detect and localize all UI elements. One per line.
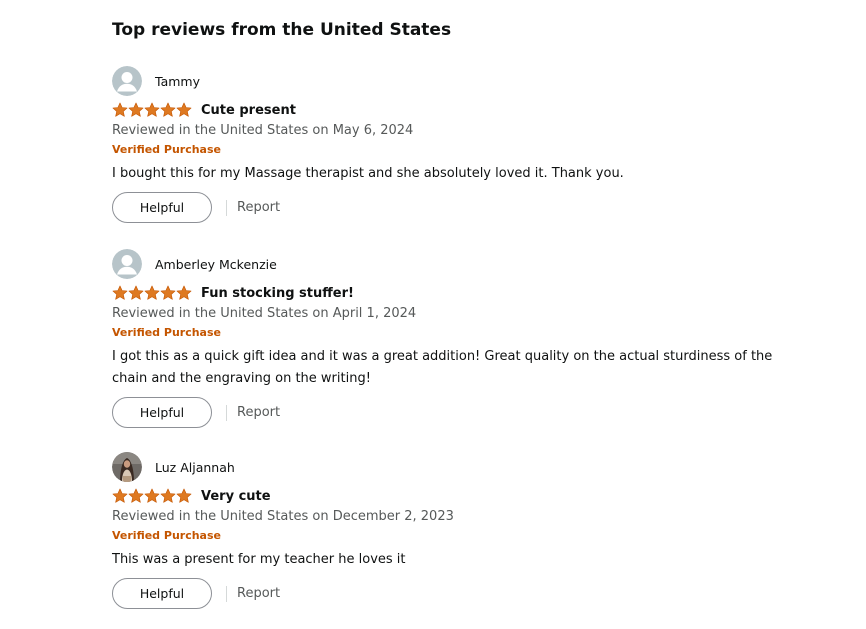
reviewer-name[interactable]: Tammy xyxy=(155,74,200,89)
action-divider xyxy=(226,199,227,216)
star-icon xyxy=(176,488,192,503)
reviewer-profile[interactable]: Luz Aljannah xyxy=(112,452,812,482)
review-title[interactable]: Cute present xyxy=(201,103,296,118)
helpful-button[interactable]: Helpful xyxy=(112,192,212,223)
star-icon xyxy=(176,285,192,300)
default-user-icon xyxy=(112,66,142,96)
reviewer-profile[interactable]: Tammy xyxy=(112,66,812,96)
star-icon xyxy=(160,285,176,300)
profile-photo xyxy=(112,452,142,482)
star-icon xyxy=(160,488,176,503)
star-icon xyxy=(112,488,128,503)
action-divider xyxy=(226,404,227,421)
reviewer-profile[interactable]: Amberley Mckenzie xyxy=(112,249,812,279)
action-divider xyxy=(226,585,227,602)
review-item: Luz Aljannah Very cute Reviewed in the U… xyxy=(112,452,812,609)
star-icon xyxy=(128,285,144,300)
review-body: I got this as a quick gift idea and it w… xyxy=(112,349,773,386)
review-body: I bought this for my Massage therapist a… xyxy=(112,166,624,181)
star-icon xyxy=(144,488,160,503)
reviewer-name[interactable]: Amberley Mckenzie xyxy=(155,257,277,272)
review-date: Reviewed in the United States on May 6, … xyxy=(112,123,414,138)
star-icon xyxy=(112,102,128,117)
star-icon xyxy=(144,285,160,300)
report-link[interactable]: Report xyxy=(237,405,280,420)
review-date: Reviewed in the United States on Decembe… xyxy=(112,509,454,524)
verified-purchase-badge[interactable]: Verified Purchase xyxy=(112,143,812,157)
review-title[interactable]: Fun stocking stuffer! xyxy=(201,286,354,301)
section-title: Top reviews from the United States xyxy=(112,20,452,40)
review-body: This was a present for my teacher he lov… xyxy=(112,552,406,567)
report-link[interactable]: Report xyxy=(237,586,280,601)
verified-purchase-badge[interactable]: Verified Purchase xyxy=(112,326,812,340)
star-icon xyxy=(128,102,144,117)
verified-purchase-badge[interactable]: Verified Purchase xyxy=(112,529,812,543)
report-link[interactable]: Report xyxy=(237,200,280,215)
star-icon xyxy=(128,488,144,503)
star-icon xyxy=(176,102,192,117)
review-date: Reviewed in the United States on April 1… xyxy=(112,306,417,321)
helpful-button[interactable]: Helpful xyxy=(112,578,212,609)
star-icon xyxy=(144,102,160,117)
star-rating[interactable] xyxy=(112,285,192,301)
default-user-icon xyxy=(112,249,142,279)
review-title[interactable]: Very cute xyxy=(201,489,271,504)
star-icon xyxy=(112,285,128,300)
reviewer-name[interactable]: Luz Aljannah xyxy=(155,460,235,475)
review-item: Amberley Mckenzie Fun stocking stuffer! … xyxy=(112,249,812,428)
star-icon xyxy=(160,102,176,117)
star-rating[interactable] xyxy=(112,488,192,504)
helpful-button[interactable]: Helpful xyxy=(112,397,212,428)
star-rating[interactable] xyxy=(112,102,192,118)
review-item: Tammy Cute present Reviewed in the Unite… xyxy=(112,66,812,223)
